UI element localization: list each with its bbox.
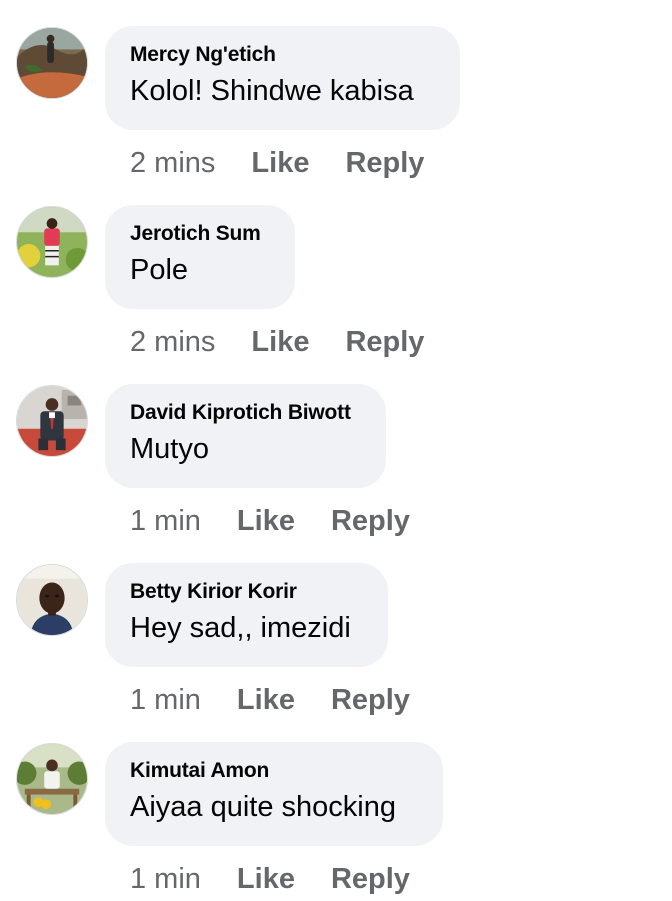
comment-timestamp[interactable]: 1 min <box>130 684 201 717</box>
like-button[interactable]: Like <box>237 863 295 896</box>
comment-actions: 1 min Like Reply <box>130 859 410 899</box>
comment-timestamp[interactable]: 2 mins <box>130 326 215 359</box>
avatar[interactable] <box>16 27 88 99</box>
comment-text: Hey sad,, imezidi <box>130 612 351 644</box>
like-button[interactable]: Like <box>237 684 295 717</box>
reply-button[interactable]: Reply <box>345 147 424 180</box>
avatar-photo-icon <box>17 386 87 456</box>
like-button[interactable]: Like <box>251 326 309 359</box>
comment-timestamp[interactable]: 2 mins <box>130 147 215 180</box>
reply-button[interactable]: Reply <box>331 505 410 538</box>
comment-timestamp[interactable]: 1 min <box>130 505 201 538</box>
comment-author-link[interactable]: Jerotich Sum <box>130 221 269 247</box>
comment-bubble: David Kiprotich Biwott Mutyo <box>105 384 386 488</box>
comment-item: Jerotich Sum Pole 2 mins Like Reply <box>0 179 672 359</box>
comment-author-link[interactable]: Kimutai Amon <box>130 758 417 784</box>
comment-bubble: Mercy Ng'etich Kolol! Shindwe kabisa <box>105 26 460 130</box>
comment-author-link[interactable]: David Kiprotich Biwott <box>130 400 360 426</box>
comment-author-link[interactable]: Mercy Ng'etich <box>130 42 434 68</box>
avatar[interactable] <box>16 385 88 457</box>
comment-actions: 1 min Like Reply <box>130 680 410 720</box>
comment-bubble: Kimutai Amon Aiyaa quite shocking <box>105 742 443 846</box>
comment-item: Betty Kirior Korir Hey sad,, imezidi 1 m… <box>0 537 672 717</box>
comment-actions: 2 mins Like Reply <box>130 322 424 362</box>
comment-text: Kolol! Shindwe kabisa <box>130 75 414 107</box>
comment-text: Pole <box>130 254 189 286</box>
comment-actions: 1 min Like Reply <box>130 501 410 541</box>
avatar-photo-icon <box>17 565 87 635</box>
comment-item: David Kiprotich Biwott Mutyo 1 min Like … <box>0 358 672 538</box>
reply-button[interactable]: Reply <box>345 326 424 359</box>
like-button[interactable]: Like <box>251 147 309 180</box>
avatar-photo-icon <box>17 744 87 814</box>
avatar[interactable] <box>16 564 88 636</box>
comment-item: Mercy Ng'etich Kolol! Shindwe kabisa 2 m… <box>0 0 672 180</box>
like-button[interactable]: Like <box>237 505 295 538</box>
avatar[interactable] <box>16 743 88 815</box>
reply-button[interactable]: Reply <box>331 863 410 896</box>
avatar-photo-icon <box>17 207 87 277</box>
avatar-photo-icon <box>17 28 87 98</box>
comment-actions: 2 mins Like Reply <box>130 143 424 183</box>
comment-bubble: Jerotich Sum Pole <box>105 205 295 309</box>
comment-text: Mutyo <box>130 433 209 465</box>
comment-author-link[interactable]: Betty Kirior Korir <box>130 579 362 605</box>
comment-item: Kimutai Amon Aiyaa quite shocking 1 min … <box>0 716 672 896</box>
comment-text: Aiyaa quite shocking <box>130 791 396 823</box>
comment-bubble: Betty Kirior Korir Hey sad,, imezidi <box>105 563 388 667</box>
avatar[interactable] <box>16 206 88 278</box>
comment-timestamp[interactable]: 1 min <box>130 863 201 896</box>
reply-button[interactable]: Reply <box>331 684 410 717</box>
